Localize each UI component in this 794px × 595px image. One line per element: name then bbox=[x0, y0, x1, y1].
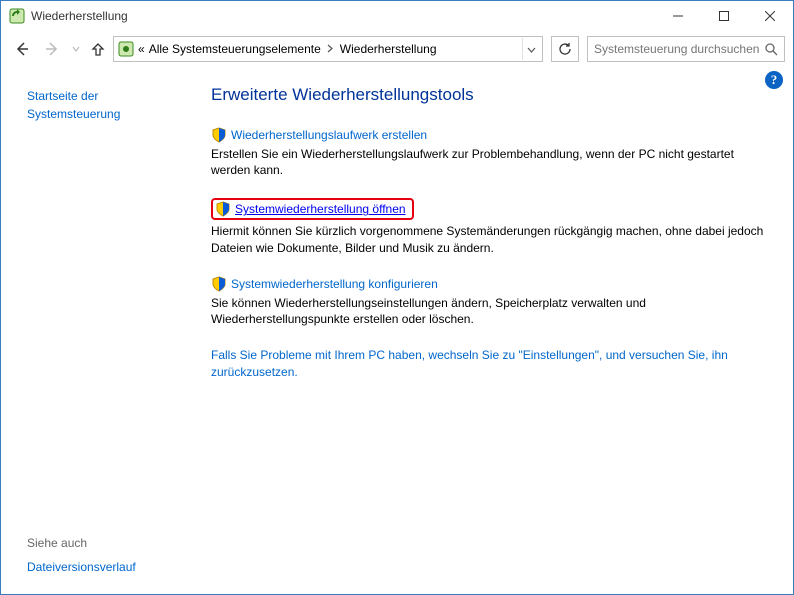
open-system-restore-description: Hiermit können Sie kürzlich vorgenommene… bbox=[211, 223, 771, 255]
recent-locations-dropdown[interactable] bbox=[69, 36, 83, 62]
refresh-button[interactable] bbox=[551, 36, 579, 62]
configure-system-restore-link[interactable]: Systemwiederherstellung konfigurieren bbox=[231, 277, 438, 291]
main-content: Erweiterte Wiederherstellungstools Wiede… bbox=[201, 73, 793, 594]
shield-icon bbox=[215, 201, 231, 217]
forward-button[interactable] bbox=[39, 36, 65, 62]
sidebar: Startseite der Systemsteuerung Siehe auc… bbox=[1, 73, 201, 594]
search-icon bbox=[764, 42, 778, 56]
page-title: Erweiterte Wiederherstellungstools bbox=[211, 85, 771, 105]
search-input[interactable] bbox=[594, 42, 760, 56]
search-box[interactable] bbox=[587, 36, 785, 62]
create-recovery-drive-description: Erstellen Sie ein Wiederherstellungslauf… bbox=[211, 146, 771, 178]
breadcrumb-root[interactable]: « bbox=[138, 42, 145, 56]
shield-icon bbox=[211, 276, 227, 292]
window-controls bbox=[655, 1, 793, 31]
maximize-button[interactable] bbox=[701, 1, 747, 31]
reset-pc-link[interactable]: Falls Sie Probleme mit Ihrem PC haben, w… bbox=[211, 347, 771, 381]
task-configure-system-restore: Systemwiederherstellung konfigurieren Si… bbox=[211, 276, 771, 327]
configure-system-restore-description: Sie können Wiederherstellungseinstellung… bbox=[211, 295, 771, 327]
create-recovery-drive-link[interactable]: Wiederherstellungslaufwerk erstellen bbox=[231, 128, 427, 142]
task-create-recovery-drive: Wiederherstellungslaufwerk erstellen Ers… bbox=[211, 127, 771, 178]
back-button[interactable] bbox=[9, 36, 35, 62]
close-button[interactable] bbox=[747, 1, 793, 31]
titlebar: Wiederherstellung bbox=[1, 1, 793, 31]
breadcrumb-current[interactable]: Wiederherstellung bbox=[340, 42, 437, 56]
chevron-right-icon[interactable] bbox=[325, 42, 336, 56]
up-button[interactable] bbox=[87, 38, 109, 60]
control-panel-icon bbox=[118, 41, 134, 57]
shield-icon bbox=[211, 127, 227, 143]
minimize-button[interactable] bbox=[655, 1, 701, 31]
recovery-icon bbox=[9, 8, 25, 24]
see-also-section: Siehe auch Dateiversionsverlauf bbox=[27, 536, 136, 574]
window-frame: Wiederherstellung bbox=[0, 0, 794, 595]
address-dropdown-icon[interactable] bbox=[522, 38, 540, 60]
breadcrumb-parent[interactable]: Alle Systemsteuerungselemente bbox=[149, 42, 321, 56]
highlighted-task: Systemwiederherstellung öffnen bbox=[211, 198, 414, 220]
body-area: ? Startseite der Systemsteuerung Siehe a… bbox=[1, 67, 793, 594]
nav-row: « Alle Systemsteuerungselemente Wiederhe… bbox=[1, 31, 793, 67]
file-history-link[interactable]: Dateiversionsverlauf bbox=[27, 560, 136, 574]
open-system-restore-link[interactable]: Systemwiederherstellung öffnen bbox=[235, 202, 406, 216]
control-panel-home-link[interactable]: Startseite der Systemsteuerung bbox=[27, 87, 191, 123]
task-open-system-restore: Systemwiederherstellung öffnen Hiermit k… bbox=[211, 198, 771, 255]
address-bar[interactable]: « Alle Systemsteuerungselemente Wiederhe… bbox=[113, 36, 543, 62]
window-title: Wiederherstellung bbox=[31, 9, 128, 23]
see-also-title: Siehe auch bbox=[27, 536, 136, 550]
